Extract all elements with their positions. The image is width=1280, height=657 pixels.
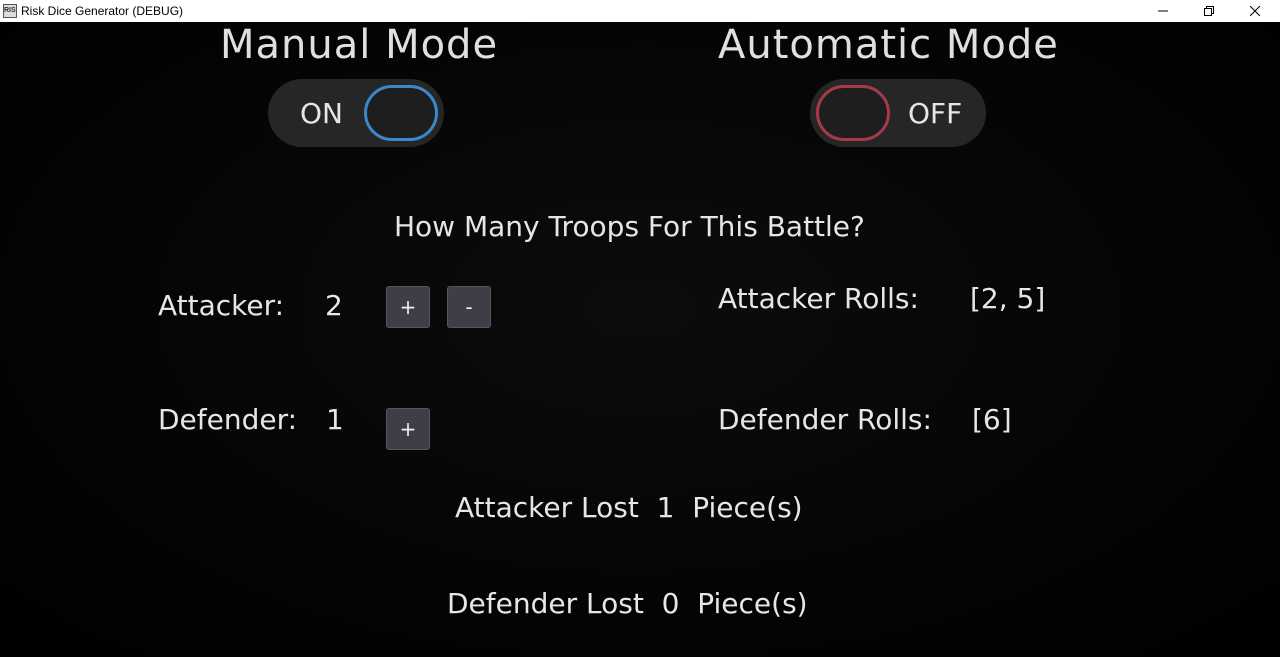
window-title: Risk Dice Generator (DEBUG) [21, 4, 184, 18]
defender-rolls-label: Defender Rolls: [718, 403, 932, 436]
restore-icon [1204, 6, 1214, 16]
close-icon [1250, 6, 1260, 16]
defender-increment-button[interactable]: + [386, 408, 430, 450]
app-canvas: Manual Mode ON Automatic Mode OFF How Ma… [0, 22, 1280, 657]
attacker-rolls-value: [2, 5] [970, 282, 1046, 315]
automatic-mode-toggle[interactable]: OFF [810, 79, 986, 147]
attacker-label: Attacker: [158, 289, 285, 322]
manual-mode-title: Manual Mode [220, 22, 499, 68]
defender-lost-result: Defender Lost 0 Piece(s) [447, 587, 808, 620]
restore-button[interactable] [1186, 0, 1232, 22]
defender-rolls-value: [6] [972, 403, 1012, 436]
automatic-mode-title: Automatic Mode [718, 22, 1059, 68]
defender-count: 1 [326, 403, 344, 436]
troops-prompt: How Many Troops For This Battle? [394, 210, 865, 243]
window-titlebar: RISK Risk Dice Generator (DEBUG) [0, 0, 1280, 22]
minimize-button[interactable] [1140, 0, 1186, 22]
attacker-count: 2 [325, 289, 343, 322]
attacker-rolls-label: Attacker Rolls: [718, 282, 919, 315]
minimize-icon [1158, 10, 1168, 12]
attacker-increment-button[interactable]: + [386, 286, 430, 328]
automatic-toggle-knob [816, 85, 890, 141]
app-icon: RISK [3, 4, 17, 18]
manual-toggle-knob [364, 85, 438, 141]
attacker-decrement-button[interactable]: - [447, 286, 491, 328]
attacker-lost-result: Attacker Lost 1 Piece(s) [455, 491, 803, 524]
manual-mode-toggle[interactable]: ON [268, 79, 444, 147]
manual-toggle-label: ON [300, 97, 343, 130]
automatic-toggle-label: OFF [908, 97, 963, 130]
defender-label: Defender: [158, 403, 298, 436]
close-button[interactable] [1232, 0, 1278, 22]
